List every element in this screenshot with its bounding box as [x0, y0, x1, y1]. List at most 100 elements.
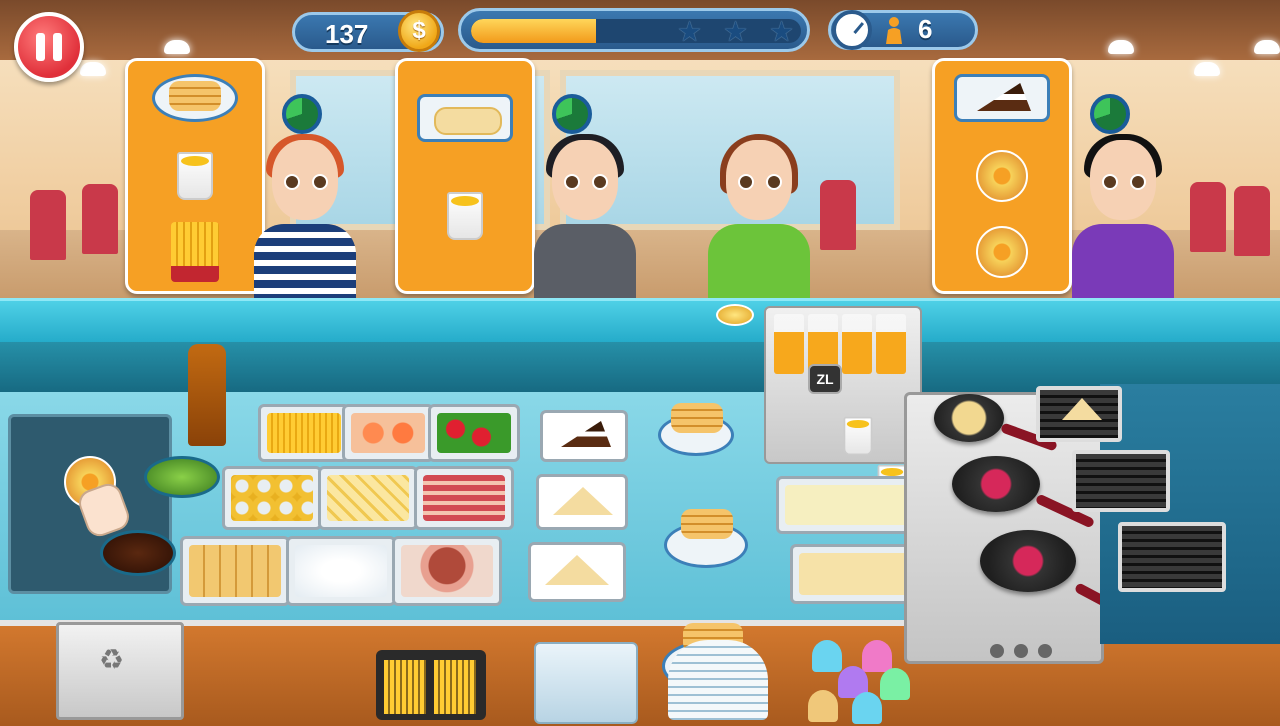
cupcake-icon[interactable] — [812, 640, 842, 672]
cupcake-icon[interactable] — [808, 690, 838, 722]
order-item-fries — [142, 221, 248, 283]
cake-plate-icon — [954, 74, 1050, 122]
customer-face — [1090, 140, 1156, 220]
trash-bin[interactable]: ♻ — [56, 622, 184, 720]
progress-track — [471, 19, 801, 43]
juice-cup-icon — [447, 192, 483, 240]
stopwatch-icon — [282, 94, 322, 134]
chair — [82, 184, 118, 254]
plate-stack[interactable] — [668, 640, 768, 720]
customer-face — [726, 140, 792, 220]
star-icon: ★ — [769, 16, 795, 47]
maple-syrup-bottle[interactable] — [188, 344, 226, 446]
crepe-slot[interactable] — [536, 474, 628, 530]
customer-shirt — [1072, 224, 1174, 304]
recycle-icon: ♻ — [99, 644, 125, 675]
griddle-station — [1100, 384, 1280, 644]
strawberry-tray[interactable] — [428, 404, 520, 462]
coin-icon: $ — [398, 10, 440, 52]
juice-cup-icon — [177, 152, 213, 200]
crepe-icon — [1062, 398, 1102, 420]
chair — [30, 190, 66, 260]
pancake-plate[interactable] — [664, 509, 748, 568]
donut-icon — [976, 226, 1028, 278]
customer-face — [272, 140, 338, 220]
customer-shirt — [708, 224, 810, 304]
ceiling-lamp — [164, 40, 190, 54]
stove-knobs[interactable] — [990, 644, 1070, 660]
cup-stack[interactable] — [534, 642, 638, 724]
zl-button-hint: ZL — [808, 364, 842, 394]
order-item-donut — [949, 221, 1055, 283]
fryer[interactable] — [376, 650, 486, 720]
ceiling-lamp — [1254, 40, 1280, 54]
fries-icon — [171, 222, 219, 282]
waffle-maker[interactable] — [1072, 450, 1170, 512]
stopwatch-icon — [552, 94, 592, 134]
order-item-donut — [949, 145, 1055, 207]
customer — [530, 134, 640, 304]
cupcake-icon[interactable] — [862, 640, 892, 672]
juice-machine[interactable] — [764, 306, 922, 504]
ham-tray[interactable] — [392, 536, 502, 606]
crepe-icon — [553, 487, 613, 515]
pancake-icon — [681, 509, 733, 539]
serving-counter — [0, 298, 1280, 345]
banana-tray[interactable] — [318, 466, 418, 530]
waffle-maker[interactable] — [1118, 522, 1226, 592]
chair — [1234, 186, 1270, 256]
customer-shirt — [254, 224, 356, 304]
order-item-juice — [412, 185, 518, 247]
cottage-cheese-tray[interactable] — [286, 536, 396, 606]
ceiling-lamp — [1194, 62, 1220, 76]
order-item-pancakes — [142, 67, 248, 129]
progress-fill — [471, 19, 597, 43]
cupcake-icon[interactable] — [852, 692, 882, 724]
fries-tray[interactable] — [258, 404, 350, 462]
customer — [704, 134, 814, 304]
crepe-icon — [545, 555, 609, 585]
star-icon: ★ — [723, 16, 749, 47]
bacon-tray[interactable] — [414, 466, 514, 530]
crepe-slot[interactable] — [528, 542, 626, 602]
order-card[interactable] — [932, 58, 1072, 294]
french-toast-tray[interactable] — [180, 536, 290, 606]
frying-pan[interactable] — [952, 456, 1040, 512]
crepe-plate-icon — [417, 94, 513, 142]
chocolate-bowl[interactable] — [100, 530, 176, 576]
order-card[interactable] — [395, 58, 535, 294]
stopwatch-icon — [1090, 94, 1130, 134]
cake-slice-icon — [561, 421, 611, 447]
order-item-cake — [949, 67, 1055, 129]
coin-count: 137 — [325, 19, 369, 49]
waffle-maker[interactable] — [1036, 386, 1122, 442]
star-icon: ★ — [677, 16, 703, 47]
order-card[interactable] — [125, 58, 265, 294]
cupcake-icon[interactable] — [880, 668, 910, 700]
pause-button[interactable] — [14, 12, 84, 82]
shrimp-tray[interactable] — [342, 404, 434, 462]
customer-face — [552, 140, 618, 220]
order-item-crepe — [412, 87, 518, 149]
onion-rings-tray[interactable] — [222, 466, 322, 530]
cake-slice-icon — [977, 83, 1031, 111]
pancake-plate[interactable] — [658, 403, 734, 456]
frying-pan[interactable] — [980, 530, 1076, 592]
donut-icon — [976, 150, 1028, 202]
crepe-icon — [434, 107, 502, 135]
customer — [1068, 134, 1178, 304]
ceiling-lamp — [80, 62, 106, 76]
chair — [820, 180, 856, 250]
pancake-icon — [169, 81, 221, 111]
pistachio-bowl[interactable] — [144, 456, 220, 498]
juice-cup-icon[interactable] — [843, 416, 873, 456]
tip-coins[interactable] — [716, 304, 754, 326]
chair — [1190, 182, 1226, 252]
customer — [250, 134, 360, 304]
cake-slot[interactable] — [540, 410, 628, 462]
plate-icon — [152, 74, 238, 122]
pause-bar — [36, 33, 45, 61]
frying-pan[interactable] — [934, 394, 1004, 442]
order-item-juice — [142, 145, 248, 207]
customer-jacket — [534, 224, 636, 304]
